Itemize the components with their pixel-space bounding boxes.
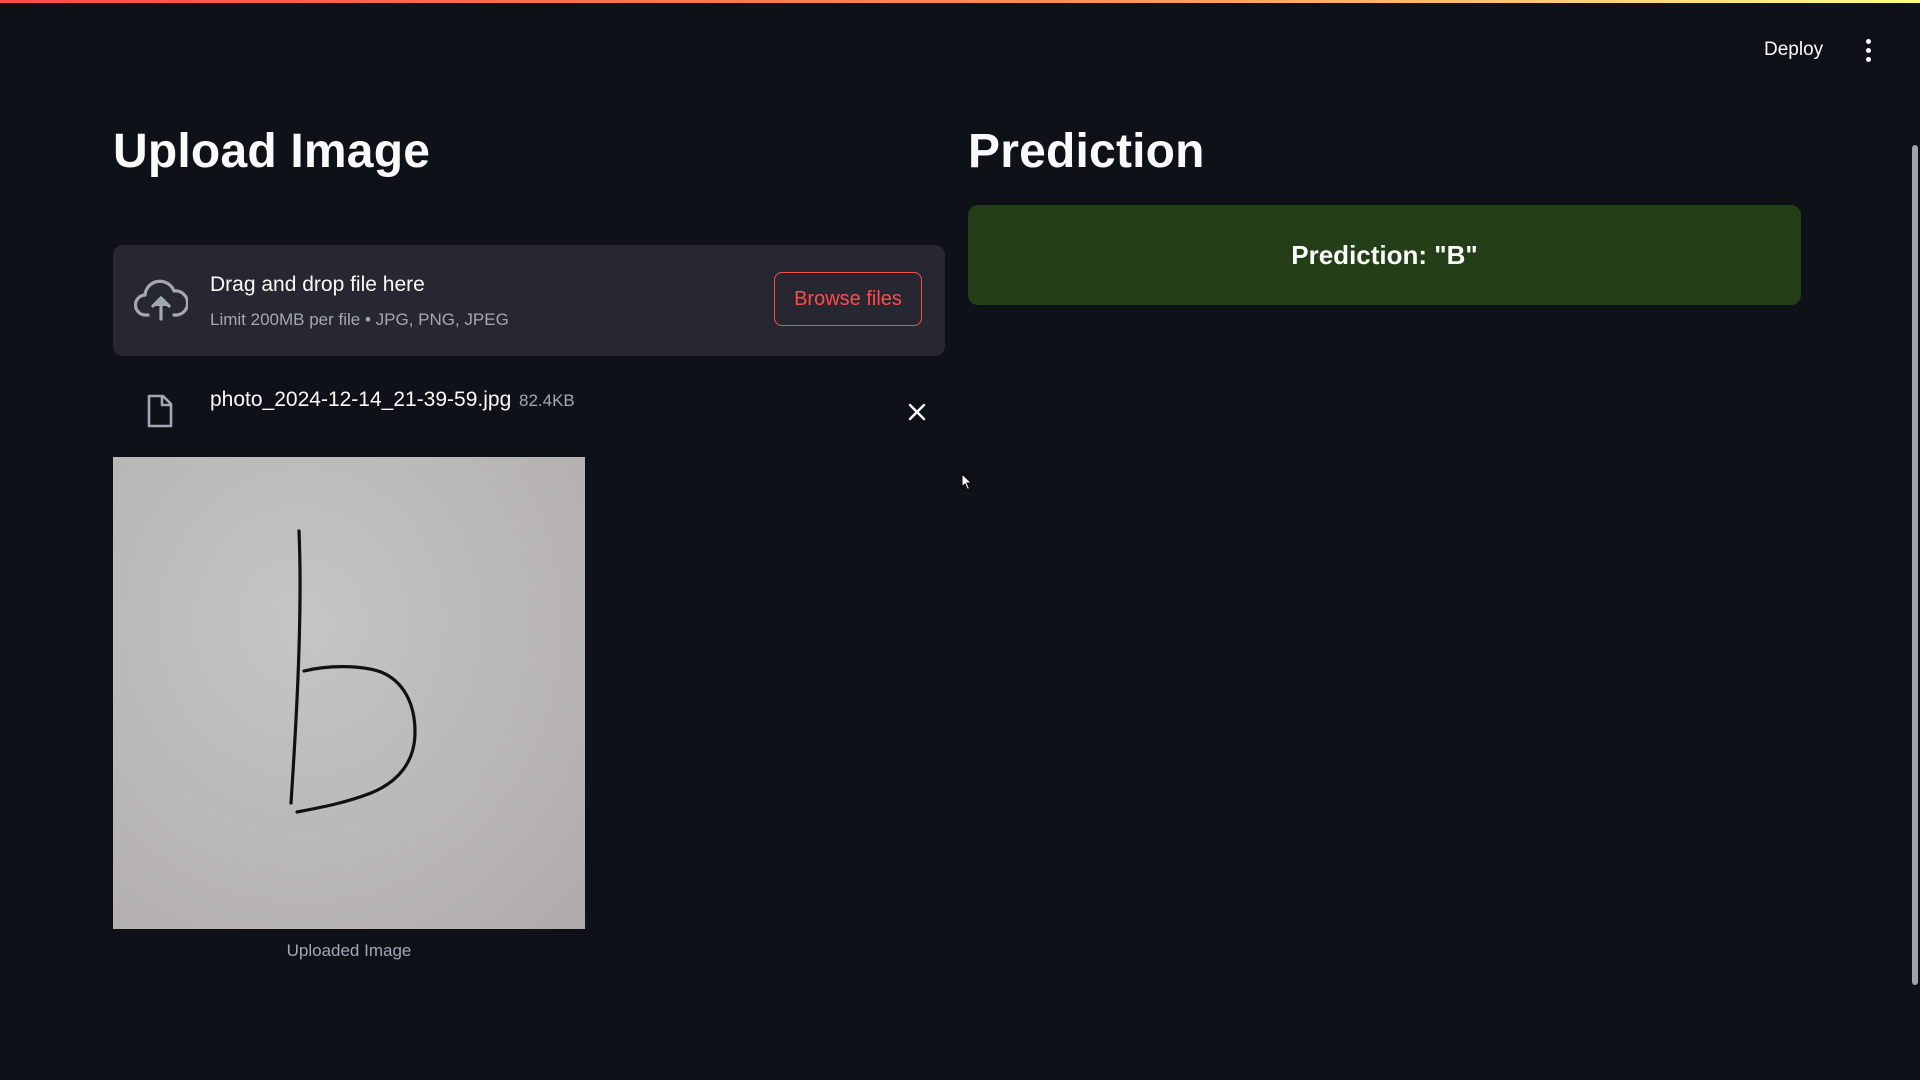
uploaded-image [113, 457, 585, 929]
close-icon [908, 403, 926, 421]
more-vertical-icon[interactable] [1856, 33, 1880, 67]
cloud-upload-icon [134, 279, 188, 321]
upload-section-title: Upload Image [113, 125, 431, 178]
prediction-result-box: Prediction: "B" [968, 205, 1801, 305]
dropzone-title: Drag and drop file here [210, 273, 425, 296]
mouse-cursor-icon [961, 473, 973, 491]
upload-column: Upload Image Drag and drop file here Lim… [113, 110, 945, 960]
dropzone-limit-text: Limit 200MB per file • JPG, PNG, JPEG [210, 310, 509, 329]
app-header: Deploy [0, 0, 1920, 100]
menu-dot [1865, 38, 1871, 44]
uploaded-file-row: photo_2024-12-14_21-39-59.jpg 82.4KB [113, 372, 945, 448]
browse-files-button[interactable]: Browse files [774, 272, 922, 326]
vertical-scrollbar[interactable] [1912, 145, 1918, 985]
prediction-result-text: Prediction: "B" [1291, 239, 1478, 270]
prediction-column: Prediction Prediction: "B" [968, 110, 1801, 305]
uploaded-file-name: photo_2024-12-14_21-39-59.jpg [210, 388, 512, 411]
deploy-button[interactable]: Deploy [1756, 34, 1831, 66]
prediction-section-title: Prediction [968, 125, 1205, 178]
file-dropzone[interactable]: Drag and drop file here Limit 200MB per … [113, 245, 945, 356]
file-icon [147, 394, 173, 428]
uploaded-file-size: 82.4KB [519, 391, 575, 410]
menu-dot [1865, 47, 1871, 53]
handwritten-letter-image [289, 529, 417, 814]
image-caption: Uploaded Image [286, 941, 412, 960]
menu-dot [1865, 56, 1871, 62]
remove-file-button[interactable] [897, 392, 937, 432]
